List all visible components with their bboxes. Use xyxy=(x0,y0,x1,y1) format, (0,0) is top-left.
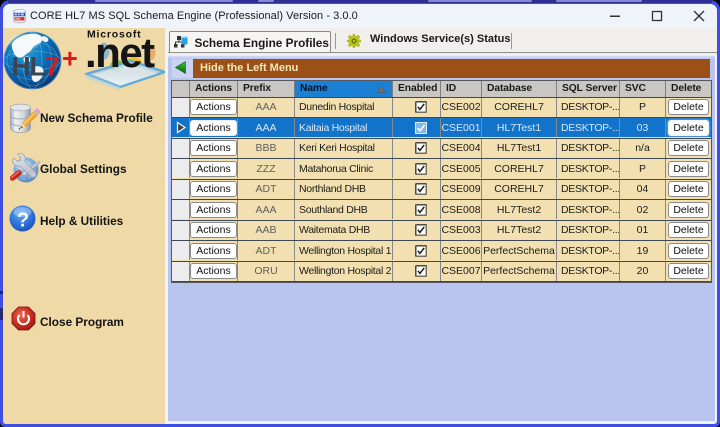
svg-text:?: ? xyxy=(17,210,29,232)
svg-text:+: + xyxy=(62,44,78,74)
svg-text:HL7: HL7 xyxy=(12,52,59,82)
svg-text:.net: .net xyxy=(85,29,155,76)
